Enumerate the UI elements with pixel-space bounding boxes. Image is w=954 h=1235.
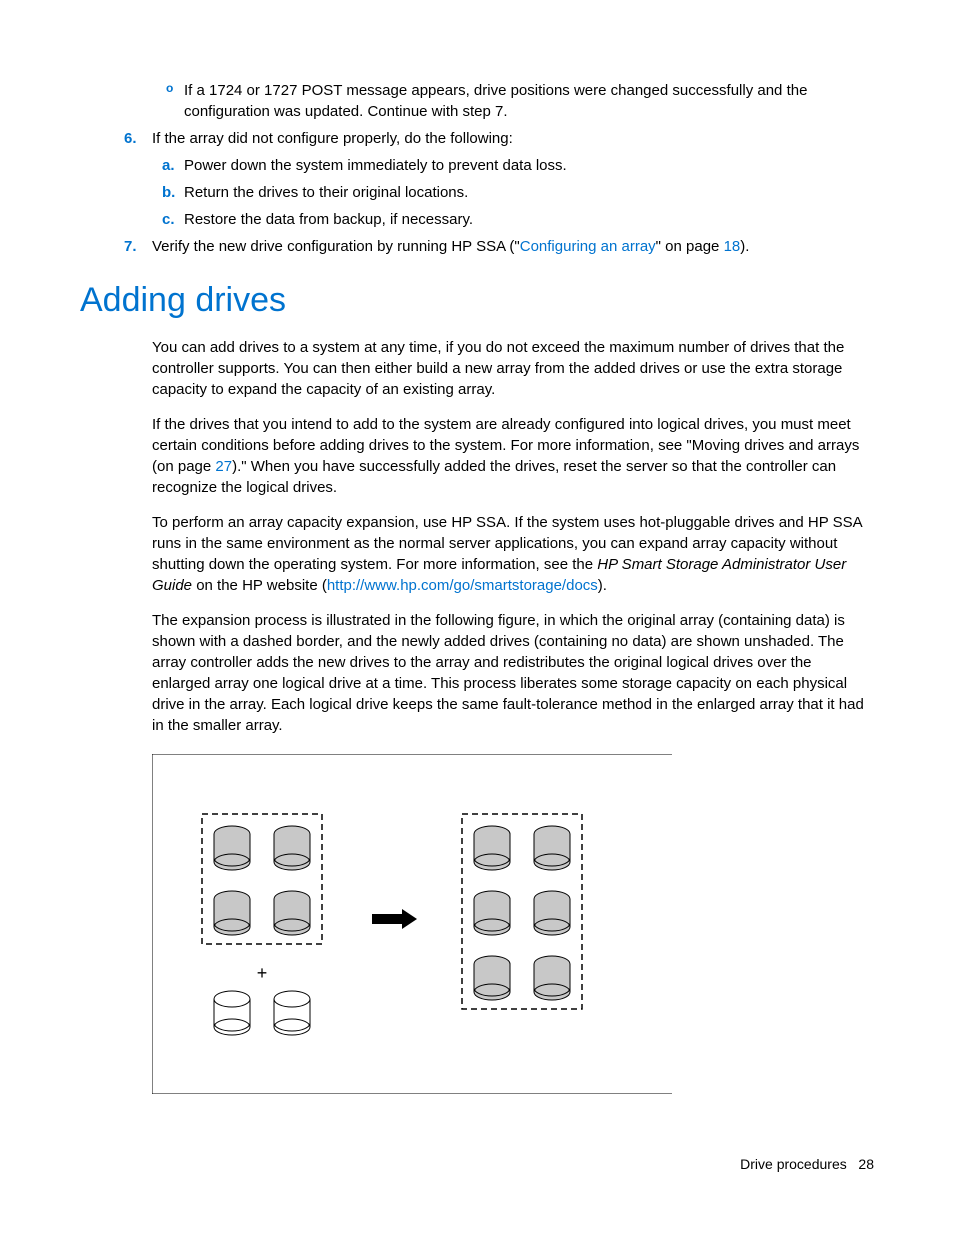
- plus-icon: +: [257, 963, 268, 983]
- item-text: Restore the data from backup, if necessa…: [184, 211, 473, 228]
- paragraph: To perform an array capacity expansion, …: [152, 512, 874, 596]
- text-fragment: ).: [598, 577, 607, 594]
- drive-icon: [214, 826, 250, 870]
- list-item: 6. If the array did not configure proper…: [152, 128, 874, 230]
- expansion-figure: +: [152, 754, 874, 1100]
- num-marker: 6.: [124, 128, 137, 149]
- paragraph: You can add drives to a system at any ti…: [152, 337, 874, 400]
- link-configuring-array[interactable]: Configuring an array: [520, 238, 656, 255]
- text-fragment: )." When you have successfully added the…: [152, 458, 836, 496]
- drive-icon: [474, 826, 510, 870]
- item-text: If the array did not configure properly,…: [152, 130, 513, 147]
- page-footer: Drive procedures 28: [740, 1155, 874, 1175]
- drive-icon: [534, 956, 570, 1000]
- item-text: Return the drives to their original loca…: [184, 184, 468, 201]
- footer-section: Drive procedures: [740, 1156, 847, 1172]
- item-text: Power down the system immediately to pre…: [184, 157, 567, 174]
- drive-icon: [474, 891, 510, 935]
- text-fragment: " on page: [656, 238, 724, 255]
- numbered-list: 6. If the array did not configure proper…: [152, 128, 874, 257]
- document-page: o If a 1724 or 1727 POST message appears…: [0, 0, 954, 1235]
- item-text: Verify the new drive configuration by ru…: [152, 238, 749, 255]
- content-area: o If a 1724 or 1727 POST message appears…: [152, 80, 874, 1100]
- external-link[interactable]: http://www.hp.com/go/smartstorage/docs: [327, 577, 598, 594]
- text-fragment: ).: [740, 238, 749, 255]
- bullet-marker: o: [166, 80, 173, 97]
- page-ref-link[interactable]: 18: [724, 238, 741, 255]
- list-item: o If a 1724 or 1727 POST message appears…: [184, 80, 874, 122]
- alpha-marker: a.: [162, 155, 175, 176]
- sub-bullet-list: o If a 1724 or 1727 POST message appears…: [184, 80, 874, 122]
- alpha-marker: c.: [162, 209, 175, 230]
- section-heading: Adding drives: [80, 277, 874, 325]
- list-item: c. Restore the data from backup, if nece…: [184, 209, 874, 230]
- drive-icon: [534, 826, 570, 870]
- list-item: b. Return the drives to their original l…: [184, 182, 874, 203]
- footer-page-number: 28: [858, 1156, 874, 1172]
- drive-icon: [274, 891, 310, 935]
- drive-icon: [474, 956, 510, 1000]
- text-fragment: on the HP website (: [192, 577, 327, 594]
- list-item: 7. Verify the new drive configuration by…: [152, 236, 874, 257]
- alpha-marker: b.: [162, 182, 175, 203]
- text-fragment: Verify the new drive configuration by ru…: [152, 238, 520, 255]
- arrow-right-icon: [372, 909, 417, 929]
- alpha-list: a. Power down the system immediately to …: [184, 155, 874, 230]
- drive-icon: [274, 826, 310, 870]
- drive-icon: [214, 891, 250, 935]
- drive-icon: [214, 991, 250, 1035]
- num-marker: 7.: [124, 236, 137, 257]
- array-expansion-diagram: +: [152, 754, 672, 1094]
- list-item: a. Power down the system immediately to …: [184, 155, 874, 176]
- bullet-text: If a 1724 or 1727 POST message appears, …: [184, 82, 807, 120]
- paragraph: The expansion process is illustrated in …: [152, 610, 874, 736]
- drive-icon: [274, 991, 310, 1035]
- drive-icon: [534, 891, 570, 935]
- paragraph: If the drives that you intend to add to …: [152, 414, 874, 498]
- page-ref-link[interactable]: 27: [215, 458, 232, 475]
